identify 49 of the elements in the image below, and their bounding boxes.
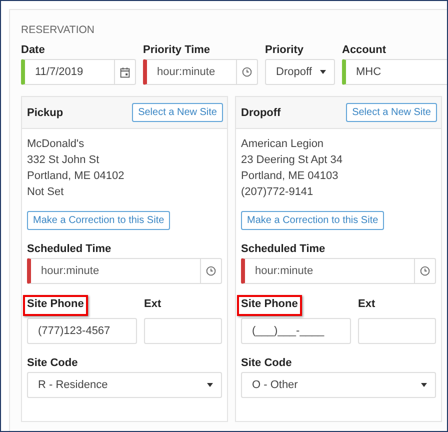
time-input[interactable]: hour:minute: [245, 265, 414, 277]
site-code-dropdown[interactable]: O - Other: [241, 372, 436, 398]
calendar-icon: [120, 66, 130, 78]
field-label: Priority Time: [143, 44, 212, 58]
clock-icon: [420, 266, 430, 276]
field-label: Site Code: [241, 357, 293, 371]
date-field[interactable]: 11/7/2019: [21, 59, 136, 85]
address-line: American Legion: [241, 137, 325, 152]
field-label: Site Code: [27, 357, 79, 371]
panel-title: Dropoff: [241, 106, 281, 118]
correction-button[interactable]: Make a Correction to this Site: [27, 211, 170, 230]
field-label: Ext: [143, 297, 162, 312]
panel-title: Pickup: [27, 106, 64, 118]
field-label: Account: [342, 44, 387, 58]
field-label: Ext: [357, 297, 376, 312]
site-code-dropdown[interactable]: R - Residence: [27, 372, 222, 398]
priority-dropdown[interactable]: Dropoff: [265, 59, 335, 85]
time-field[interactable]: hour:minute: [27, 258, 222, 284]
time-field[interactable]: hour:minute: [241, 258, 436, 284]
phone-field[interactable]: (___)___-____: [241, 318, 351, 344]
field-label: Scheduled Time: [27, 243, 112, 257]
clock-icon: [242, 67, 252, 77]
correction-button[interactable]: Make a Correction to this Site: [241, 211, 384, 230]
select-site-button[interactable]: Select a New Site: [346, 103, 437, 122]
field-label: Site Phone: [23, 295, 88, 316]
address-line: (207)772-9141: [241, 185, 314, 200]
address-line: McDonald's: [27, 137, 86, 152]
time-field[interactable]: hour:minute: [143, 59, 258, 85]
clock-icon: [206, 266, 216, 276]
field-label: Site Phone: [237, 295, 302, 316]
ext-field[interactable]: [144, 318, 222, 344]
address-line: Not Set: [27, 185, 65, 200]
ext-field[interactable]: [358, 318, 436, 344]
account-field[interactable]: MHC: [342, 59, 447, 85]
caret-icon: [207, 383, 213, 387]
select-site-button[interactable]: Select a New Site: [132, 103, 223, 122]
caret-icon: [421, 383, 427, 387]
address-line: 332 St John St: [27, 153, 100, 168]
time-input[interactable]: hour:minute: [147, 66, 236, 78]
field-label: Date: [21, 44, 46, 58]
time-input[interactable]: hour:minute: [31, 265, 200, 277]
caret-icon: [320, 70, 326, 74]
field-label: Scheduled Time: [241, 243, 326, 257]
address-line: Portland, ME 04103: [241, 169, 340, 184]
field-label: Priority: [265, 44, 305, 58]
address-line: Portland, ME 04102: [27, 169, 126, 184]
section-title: RESERVATION: [21, 24, 96, 38]
phone-field[interactable]: (777)123-4567: [27, 318, 137, 344]
address-line: 23 Deering St Apt 34: [241, 153, 344, 168]
